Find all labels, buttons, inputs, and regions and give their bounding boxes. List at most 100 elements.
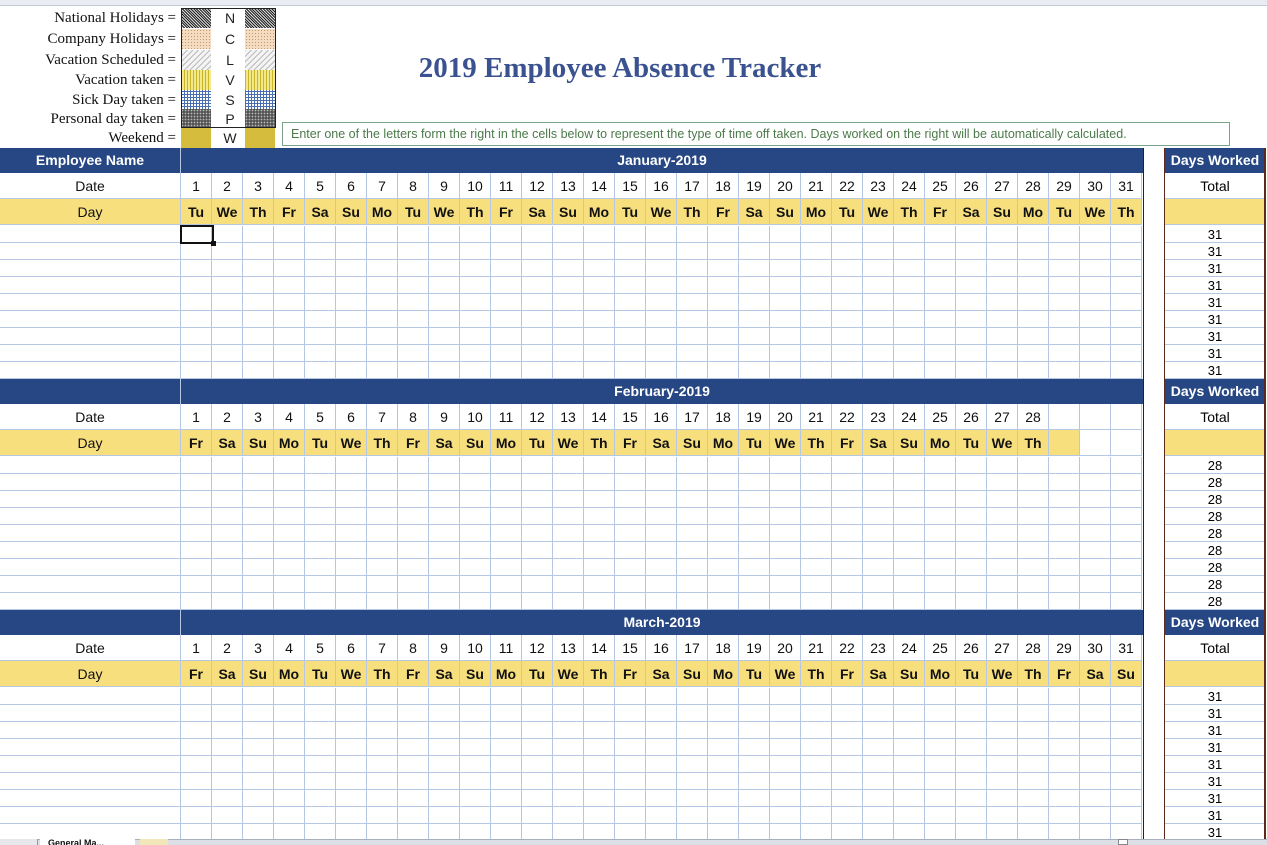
absence-entry-cell[interactable] [646,576,677,593]
absence-entry-cell[interactable] [739,576,770,593]
absence-entry-cell[interactable] [646,705,677,722]
absence-entry-cell[interactable] [894,474,925,491]
absence-entry-cell[interactable] [522,807,553,824]
absence-entry-cell[interactable] [212,525,243,542]
absence-entry-cell[interactable] [894,790,925,807]
absence-entry-cell[interactable] [677,542,708,559]
absence-entry-cell[interactable] [894,277,925,294]
day-of-week-cell[interactable]: Mo [925,430,956,456]
absence-entry-cell[interactable] [894,705,925,722]
absence-entry-cell[interactable] [987,508,1018,525]
absence-entry-cell[interactable] [987,773,1018,790]
absence-entry-cell[interactable] [367,576,398,593]
employee-name-cell[interactable] [0,311,181,328]
employee-name-cell[interactable] [0,739,181,756]
absence-entry-cell[interactable] [956,722,987,739]
absence-entry-cell[interactable] [1049,525,1080,542]
absence-entry-cell[interactable] [1049,705,1080,722]
absence-entry-cell[interactable] [398,345,429,362]
absence-entry-cell[interactable] [367,294,398,311]
absence-entry-cell[interactable] [801,688,832,705]
absence-entry-cell[interactable] [832,790,863,807]
date-cell[interactable]: 17 [677,404,708,430]
absence-entry-cell[interactable] [553,474,584,491]
absence-entry-cell[interactable] [398,688,429,705]
absence-entry-cell[interactable] [708,559,739,576]
date-cell[interactable]: 5 [305,404,336,430]
absence-entry-cell[interactable] [584,311,615,328]
absence-entry-cell[interactable] [460,722,491,739]
absence-entry-cell[interactable] [212,345,243,362]
date-cell[interactable]: 16 [646,404,677,430]
absence-entry-cell[interactable] [863,756,894,773]
absence-entry-cell[interactable] [863,542,894,559]
absence-entry-cell[interactable] [336,457,367,474]
absence-entry-cell[interactable] [181,294,212,311]
absence-entry-cell[interactable] [491,328,522,345]
day-of-week-cell[interactable]: Mo [801,199,832,225]
absence-entry-cell[interactable] [336,311,367,328]
absence-entry-cell[interactable] [708,311,739,328]
absence-entry-cell[interactable] [677,328,708,345]
absence-entry-cell[interactable] [956,277,987,294]
absence-entry-cell[interactable] [274,491,305,508]
absence-entry-cell[interactable] [1049,260,1080,277]
absence-entry-cell[interactable] [801,226,832,243]
date-cell[interactable]: 27 [987,404,1018,430]
date-cell[interactable]: 11 [491,404,522,430]
absence-entry-cell[interactable] [1111,277,1142,294]
absence-entry-cell[interactable] [801,722,832,739]
absence-entry-cell[interactable] [367,559,398,576]
absence-entry-cell[interactable] [212,260,243,277]
absence-entry-cell[interactable] [274,756,305,773]
absence-entry-cell[interactable] [801,542,832,559]
absence-entry-cell[interactable] [615,739,646,756]
absence-entry-cell[interactable] [739,790,770,807]
absence-entry-cell[interactable] [584,277,615,294]
day-of-week-cell[interactable]: Mo [708,661,739,687]
absence-entry-cell[interactable] [460,226,491,243]
absence-entry-cell[interactable] [429,525,460,542]
absence-entry-cell[interactable] [491,226,522,243]
absence-entry-cell[interactable] [739,773,770,790]
absence-entry-cell[interactable] [212,790,243,807]
absence-entry-cell[interactable] [336,491,367,508]
absence-entry-cell[interactable] [925,243,956,260]
employee-name-cell[interactable] [0,243,181,260]
absence-entry-cell[interactable] [615,525,646,542]
absence-entry-cell[interactable] [398,226,429,243]
absence-entry-cell[interactable] [863,294,894,311]
absence-entry-cell[interactable] [491,457,522,474]
date-cell[interactable]: 23 [863,404,894,430]
absence-entry-cell[interactable] [646,722,677,739]
absence-entry-cell[interactable] [398,243,429,260]
absence-entry-cell[interactable] [584,474,615,491]
absence-entry-cell[interactable] [305,593,336,610]
absence-entry-cell[interactable] [1018,457,1049,474]
absence-entry-cell[interactable] [925,790,956,807]
absence-entry-cell[interactable] [801,559,832,576]
absence-entry-cell[interactable] [367,226,398,243]
absence-entry-cell[interactable] [336,722,367,739]
date-cell[interactable]: 9 [429,173,460,199]
absence-entry-cell[interactable] [305,345,336,362]
date-cell[interactable]: 16 [646,635,677,661]
absence-entry-cell[interactable] [1018,593,1049,610]
absence-entry-cell[interactable] [305,491,336,508]
absence-entry-cell[interactable] [1018,807,1049,824]
absence-entry-cell[interactable] [1111,525,1142,542]
date-cell[interactable]: 8 [398,173,429,199]
absence-entry-cell[interactable] [336,705,367,722]
absence-entry-cell[interactable] [1111,311,1142,328]
absence-entry-cell[interactable] [553,593,584,610]
date-cell[interactable]: 22 [832,173,863,199]
absence-entry-cell[interactable] [894,773,925,790]
absence-entry-cell[interactable] [274,243,305,260]
absence-entry-cell[interactable] [677,491,708,508]
absence-entry-cell[interactable] [460,345,491,362]
day-of-week-cell[interactable]: We [770,430,801,456]
absence-entry-cell[interactable] [770,593,801,610]
absence-entry-cell[interactable] [584,559,615,576]
employee-name-cell[interactable] [0,525,181,542]
absence-entry-cell[interactable] [677,559,708,576]
